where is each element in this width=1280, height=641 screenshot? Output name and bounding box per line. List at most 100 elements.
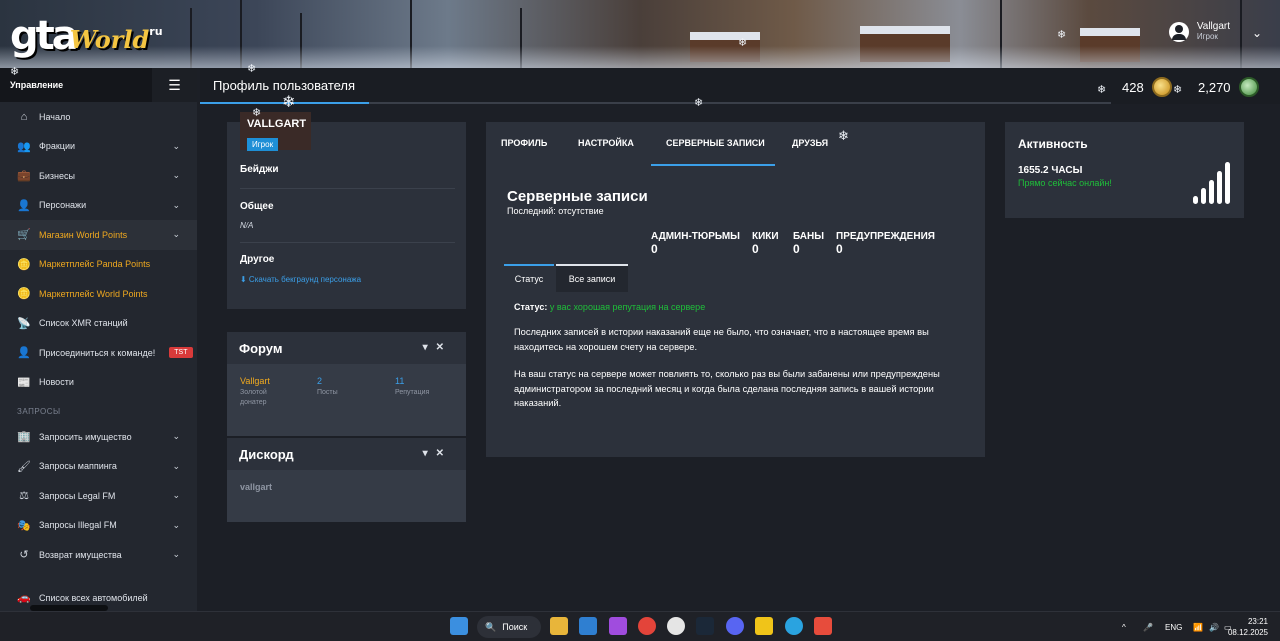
sidebar-item-legal-fm[interactable]: ⚖ Запросы Legal FM ⌄ (0, 481, 197, 511)
telegram-icon[interactable] (785, 617, 803, 635)
sidebar-item-factions[interactable]: 👥 Фракции ⌄ (0, 132, 197, 162)
taskbar-search[interactable]: 🔍 Поиск (477, 616, 541, 638)
subtab-status[interactable]: Статус (504, 264, 554, 292)
tray-chevron-icon[interactable]: ^ (1122, 612, 1126, 641)
discord-username: vallgart (240, 482, 273, 492)
stat-value: 0 (752, 242, 759, 256)
snowflake-icon: ❄ (10, 66, 20, 78)
activity-hours: 1655.2 ЧАСЫ (1018, 165, 1083, 176)
site-logo[interactable]: gta World ru (10, 10, 163, 56)
tab-profile[interactable]: ПРОФИЛЬ (501, 138, 547, 148)
chevron-down-icon: ⌄ (172, 549, 180, 560)
widget-controls[interactable]: ▾✕ (423, 448, 452, 459)
sidebar-item-label: Новости (39, 377, 74, 388)
home-icon: ⌂ (20, 110, 28, 123)
cart-icon: 🛒 (17, 229, 31, 242)
sidebar-item-illegal-fm[interactable]: 🎭 Запросы Illegal FM ⌄ (0, 511, 197, 541)
sidebar-item-world-marketplace[interactable]: 🪙 Маркетплейс World Points (0, 279, 197, 309)
user-plus-icon: 👤 (17, 347, 31, 360)
user-name: Vallgart (1196, 21, 1230, 32)
coins-icon: 🪙 (17, 288, 31, 301)
clock-time: 23:21 (1247, 617, 1268, 626)
widget-controls[interactable]: ▾✕ (423, 342, 452, 353)
search-icon: 🔍 (485, 621, 497, 632)
divider (240, 188, 455, 189)
sidebar-item-request-property[interactable]: 🏢 Запросить имущество ⌄ (0, 422, 197, 452)
tab-friends[interactable]: ДРУЗЬЯ (792, 138, 828, 148)
snowflake-icon: ❄ (252, 107, 262, 119)
sidebar-item-label: Запросить имущество (39, 431, 132, 442)
sidebar-item-mapping-requests[interactable]: 🖌 Запросы маппинга ⌄ (0, 452, 197, 482)
steam-icon[interactable] (696, 617, 714, 635)
microphone-icon[interactable]: 🎤 (1143, 612, 1153, 641)
sidebar-item-world-points-shop[interactable]: 🛒 Магазин World Points ⌄ (0, 220, 197, 250)
sidebar-item-home[interactable]: ⌂ Начало (0, 102, 197, 132)
sidebar-item-xmr-stations[interactable]: 📡 Список XMR станций (0, 309, 197, 339)
chatgpt-icon[interactable] (667, 617, 685, 635)
sidebar-item-label: Список всех автомобилей (39, 592, 148, 603)
chevron-down-icon: ⌄ (172, 519, 180, 530)
sidebar-item-label: Маркетплейс World Points (39, 288, 148, 299)
forum-reputation: 11 Репутация (395, 376, 429, 398)
server-records-card: ПРОФИЛЬ НАСТРОЙКА СЕРВЕРНЫЕ ЗАПИСИ ДРУЗЬ… (486, 122, 985, 457)
tab-settings[interactable]: НАСТРОЙКА (578, 138, 634, 148)
sidebar-item-label: Присоединиться к команде! (39, 347, 156, 358)
world-points-value: 428 (1122, 79, 1144, 95)
system-clock[interactable]: 23:21 08.12.2025 (1228, 616, 1268, 638)
file-explorer-icon[interactable] (550, 617, 568, 635)
activity-title: Активность (1018, 137, 1088, 151)
snowflake-icon: ❄ (694, 97, 704, 109)
snowflake-icon: ❄ (1173, 84, 1183, 96)
volume-icon[interactable]: 🔊 (1209, 612, 1219, 641)
sidebar-item-news[interactable]: 📰 Новости (0, 368, 197, 398)
chevron-down-icon: ⌄ (172, 431, 180, 442)
status-line: Статус: у вас хорошая репутация на серве… (514, 302, 705, 312)
panda-points-coin-icon (1238, 77, 1259, 97)
sidebar-item-join-team[interactable]: 👤 Присоединиться к команде! TST (0, 338, 197, 368)
language-indicator[interactable]: ENG (1165, 612, 1182, 641)
records-paragraph-1: Последних записей в истории наказаний ещ… (514, 327, 929, 352)
sidebar-item-label: Магазин World Points (39, 229, 128, 240)
windows-start-icon[interactable] (450, 617, 468, 635)
header-banner: gta World ru Vallgart Игрок ⌄ (0, 0, 1280, 68)
tab-server-records[interactable]: СЕРВЕРНЫЕ ЗАПИСИ (666, 138, 765, 148)
os-taskbar: 🔍 Поиск ^ 🎤 ENG 📶 🔊 ▭ 23:21 08.12.2025 (0, 611, 1280, 641)
clock-date: 08.12.2025 (1227, 628, 1268, 637)
world-points-coin-icon (1151, 77, 1172, 97)
chrome-icon[interactable] (638, 617, 656, 635)
forum-username[interactable]: Vallgart (240, 376, 280, 386)
status-label: Статус: (514, 302, 548, 312)
sidebar-item-businesses[interactable]: 💼 Бизнесы ⌄ (0, 161, 197, 191)
discord-icon[interactable] (726, 617, 744, 635)
vscode-icon[interactable] (579, 617, 597, 635)
user-menu[interactable]: Vallgart Игрок (1168, 21, 1230, 42)
sidebar-item-label: Возврат имущества (39, 549, 122, 560)
forum-widget-body: Vallgart Золотой донатер 2 Посты 11 Репу… (227, 364, 466, 436)
menu-toggle-icon[interactable]: ☰ (152, 68, 197, 102)
wifi-icon[interactable]: 📶 (1193, 612, 1203, 641)
sidebar-item-label: Персонажи (39, 200, 87, 211)
figma-icon[interactable] (609, 617, 627, 635)
rage-mp-icon[interactable] (755, 617, 773, 635)
panda-points-balance: 2,270 (1198, 77, 1259, 97)
sidebar-item-panda-marketplace[interactable]: 🪙 Маркетплейс Panda Points (0, 250, 197, 280)
taskbar-search-label: Поиск (502, 622, 528, 632)
forum-rep-value[interactable]: 11 (395, 376, 429, 386)
download-background-link[interactable]: ⬇ Скачать бекграунд персонажа (240, 275, 361, 284)
sidebar-item-label: Запросы Legal FM (39, 490, 116, 501)
stat-label: БАНЫ (793, 231, 825, 242)
chevron-down-icon[interactable]: ⌄ (1252, 26, 1262, 40)
logo-gta: gta (10, 13, 79, 59)
profile-role-badge: Игрок (247, 138, 279, 151)
app-icon[interactable] (814, 617, 832, 635)
forum-posts-value[interactable]: 2 (317, 376, 338, 386)
sidebar-item-property-return[interactable]: ↺ Возврат имущества ⌄ (0, 540, 197, 570)
divider (240, 242, 455, 243)
forum-posts-label: Посты (317, 389, 338, 396)
sidebar-item-characters[interactable]: 👤 Персонажи ⌄ (0, 191, 197, 221)
forum-widget: Форум ▾✕ Vallgart Золотой донатер 2 Пост… (227, 332, 466, 436)
records-paragraph-2: На ваш статус на сервере может повлиять … (514, 369, 940, 408)
scales-icon: ⚖ (19, 490, 29, 503)
subtab-all-records[interactable]: Все записи (556, 264, 628, 292)
discord-widget-header: Дискорд ▾✕ (227, 438, 466, 470)
